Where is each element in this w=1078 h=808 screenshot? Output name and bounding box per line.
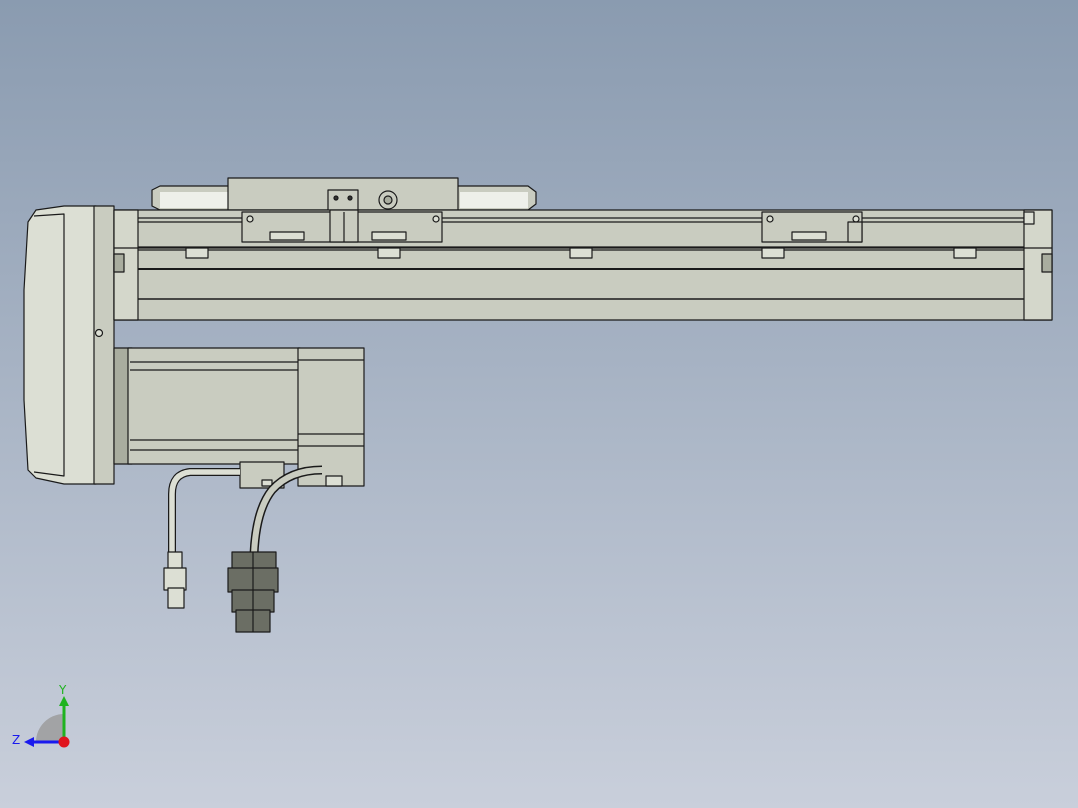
triad-shade	[36, 714, 64, 742]
y-axis-label: Y	[58, 684, 67, 697]
y-axis-arrow	[59, 696, 69, 706]
left-end-cover[interactable]	[23, 205, 115, 485]
axis-triad: Y Z	[12, 684, 70, 748]
cad-viewport[interactable]	[0, 0, 1078, 808]
carriage-block-1[interactable]	[241, 209, 443, 243]
x-axis-origin-dot	[58, 736, 70, 748]
z-axis-label: Z	[12, 733, 20, 747]
z-axis-arrow	[24, 737, 34, 747]
carriage-block-2[interactable]	[761, 211, 863, 243]
power-connector[interactable]	[227, 551, 279, 633]
